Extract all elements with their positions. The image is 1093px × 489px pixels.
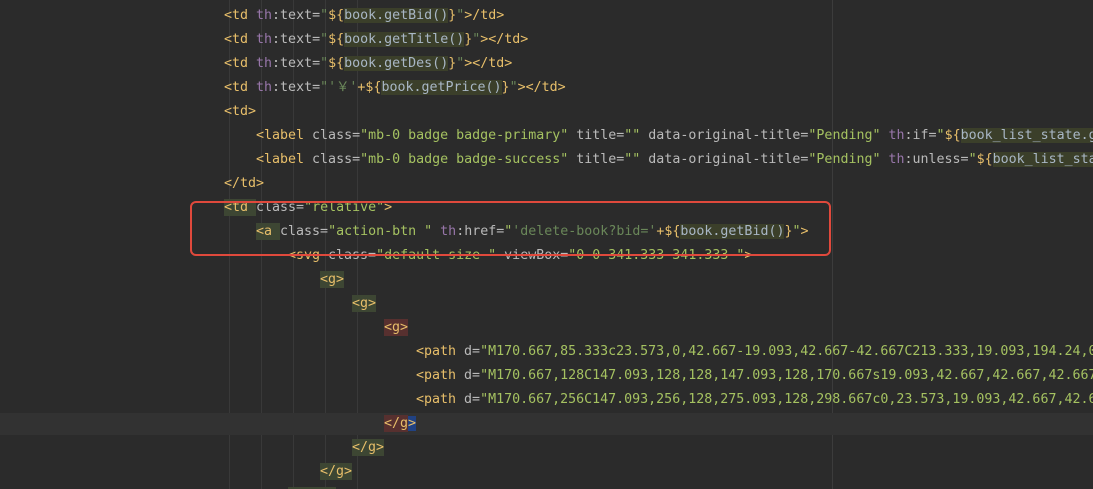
code-token: class= [312, 128, 361, 143]
code-token: book_list_sta [992, 152, 1093, 167]
code-line[interactable]: <g> [384, 316, 409, 340]
code-token: <td [224, 32, 257, 47]
code-token: th [880, 128, 905, 143]
code-token: " [936, 128, 945, 143]
code-token: " [509, 80, 518, 95]
code-token: " [320, 8, 329, 23]
code-line[interactable]: </g> [320, 460, 353, 484]
code-token: "" [624, 152, 641, 167]
code-token: :unless= [904, 152, 969, 167]
code-line[interactable]: <td th:text="${book.getDes()}"></td> [224, 52, 512, 76]
code-token: "mb-0 badge badge-primary" [360, 128, 569, 143]
code-line[interactable]: <path d="M170.667,128C147.093,128,128,14… [416, 364, 1093, 388]
code-token: d= [464, 368, 481, 383]
code-token: book.getDes() [344, 56, 449, 71]
code-token: <g> [384, 319, 409, 336]
code-token: <td [224, 8, 257, 23]
current-line-highlight [0, 413, 1093, 435]
code-token: "" [624, 128, 641, 143]
code-token: ${ [976, 152, 993, 167]
code-token: class= [312, 152, 361, 167]
code-line[interactable]: </g> [352, 436, 385, 460]
code-token: "mb-0 badge badge-success" [360, 152, 569, 167]
code-token: <path [416, 392, 465, 407]
code-token: th [256, 56, 273, 71]
code-line[interactable]: <path d="M170.667,85.333c23.573,0,42.667… [416, 340, 1093, 364]
code-token: <g> [352, 295, 377, 312]
code-token: ></td> [464, 56, 513, 71]
code-token: <td [224, 80, 257, 95]
code-token: > [408, 416, 417, 431]
code-line[interactable]: <label class="mb-0 badge badge-primary" … [256, 124, 1093, 148]
code-token: <label [256, 128, 313, 143]
code-token: <path [416, 344, 465, 359]
code-token: </g> [320, 463, 353, 480]
code-token: :text= [272, 32, 321, 47]
code-token: ${ [944, 128, 961, 143]
code-token: th [880, 152, 905, 167]
code-token: book_list_state.g [960, 128, 1093, 143]
code-line[interactable]: </g> [384, 412, 417, 436]
code-token: "Pending" [808, 152, 881, 167]
code-token: d= [464, 344, 481, 359]
code-line[interactable]: <g> [320, 268, 345, 292]
code-token: <g> [320, 271, 345, 288]
code-line[interactable]: <g> [352, 292, 377, 316]
code-token: " [320, 56, 329, 71]
code-token: <td [224, 56, 257, 71]
code-token: "'￥' [320, 80, 358, 95]
code-token: </g [384, 415, 409, 432]
code-token: :text= [272, 80, 321, 95]
annotation-highlight-box [190, 201, 831, 256]
code-token: } [501, 80, 510, 95]
code-token: " [968, 152, 977, 167]
code-token: </td> [224, 176, 265, 191]
code-token: " [320, 32, 329, 47]
code-token: :text= [272, 56, 321, 71]
code-line[interactable]: </svg> [288, 484, 337, 489]
code-line[interactable]: <td th:text="${book.getTitle()}"></td> [224, 28, 528, 52]
code-token: ></td> [517, 80, 566, 95]
code-token: <path [416, 368, 465, 383]
code-token: ${ [328, 56, 345, 71]
code-token: "Pending" [808, 128, 881, 143]
code-token: +${ [357, 80, 382, 95]
code-line[interactable]: </td> [224, 172, 264, 196]
code-token: title= [568, 152, 625, 167]
code-token: "M170.667,128C147.093,128,128,147.093,12… [480, 368, 1093, 383]
code-token: "M170.667,256C147.093,256,128,275.093,12… [480, 392, 1093, 407]
code-token: "M170.667,85.333c23.573,0,42.667-19.093,… [480, 344, 1093, 359]
code-line[interactable]: <td> [224, 100, 256, 124]
code-editor[interactable]: <td th:text="${book.getBid()}">/td> <td t… [0, 0, 1093, 489]
code-token: <td> [224, 104, 257, 119]
code-token: </g> [352, 439, 385, 456]
code-token: ></td> [480, 32, 529, 47]
code-token: book.getBid() [344, 8, 449, 23]
code-token: th [256, 32, 273, 47]
code-token: book.getPrice() [381, 80, 502, 95]
code-token: data-original-title= [640, 152, 809, 167]
code-token: book.getTitle() [344, 32, 465, 47]
code-line[interactable]: <path d="M170.667,256C147.093,256,128,27… [416, 388, 1093, 412]
code-token: <label [256, 152, 313, 167]
code-line[interactable]: <td th:text="'￥'+${book.getPrice()}"></t… [224, 76, 566, 100]
code-token: >/td> [464, 8, 505, 23]
code-token: ${ [328, 32, 345, 47]
code-line[interactable]: <td th:text="${book.getBid()}">/td> [224, 4, 504, 28]
code-line[interactable]: <label class="mb-0 badge badge-success" … [256, 148, 1093, 172]
code-token: data-original-title= [640, 128, 809, 143]
code-token: th [256, 80, 273, 95]
code-token: :if= [904, 128, 937, 143]
code-token: :text= [272, 8, 321, 23]
code-token: d= [464, 392, 481, 407]
code-token: ${ [328, 8, 345, 23]
code-token: th [256, 8, 273, 23]
code-token: title= [568, 128, 625, 143]
